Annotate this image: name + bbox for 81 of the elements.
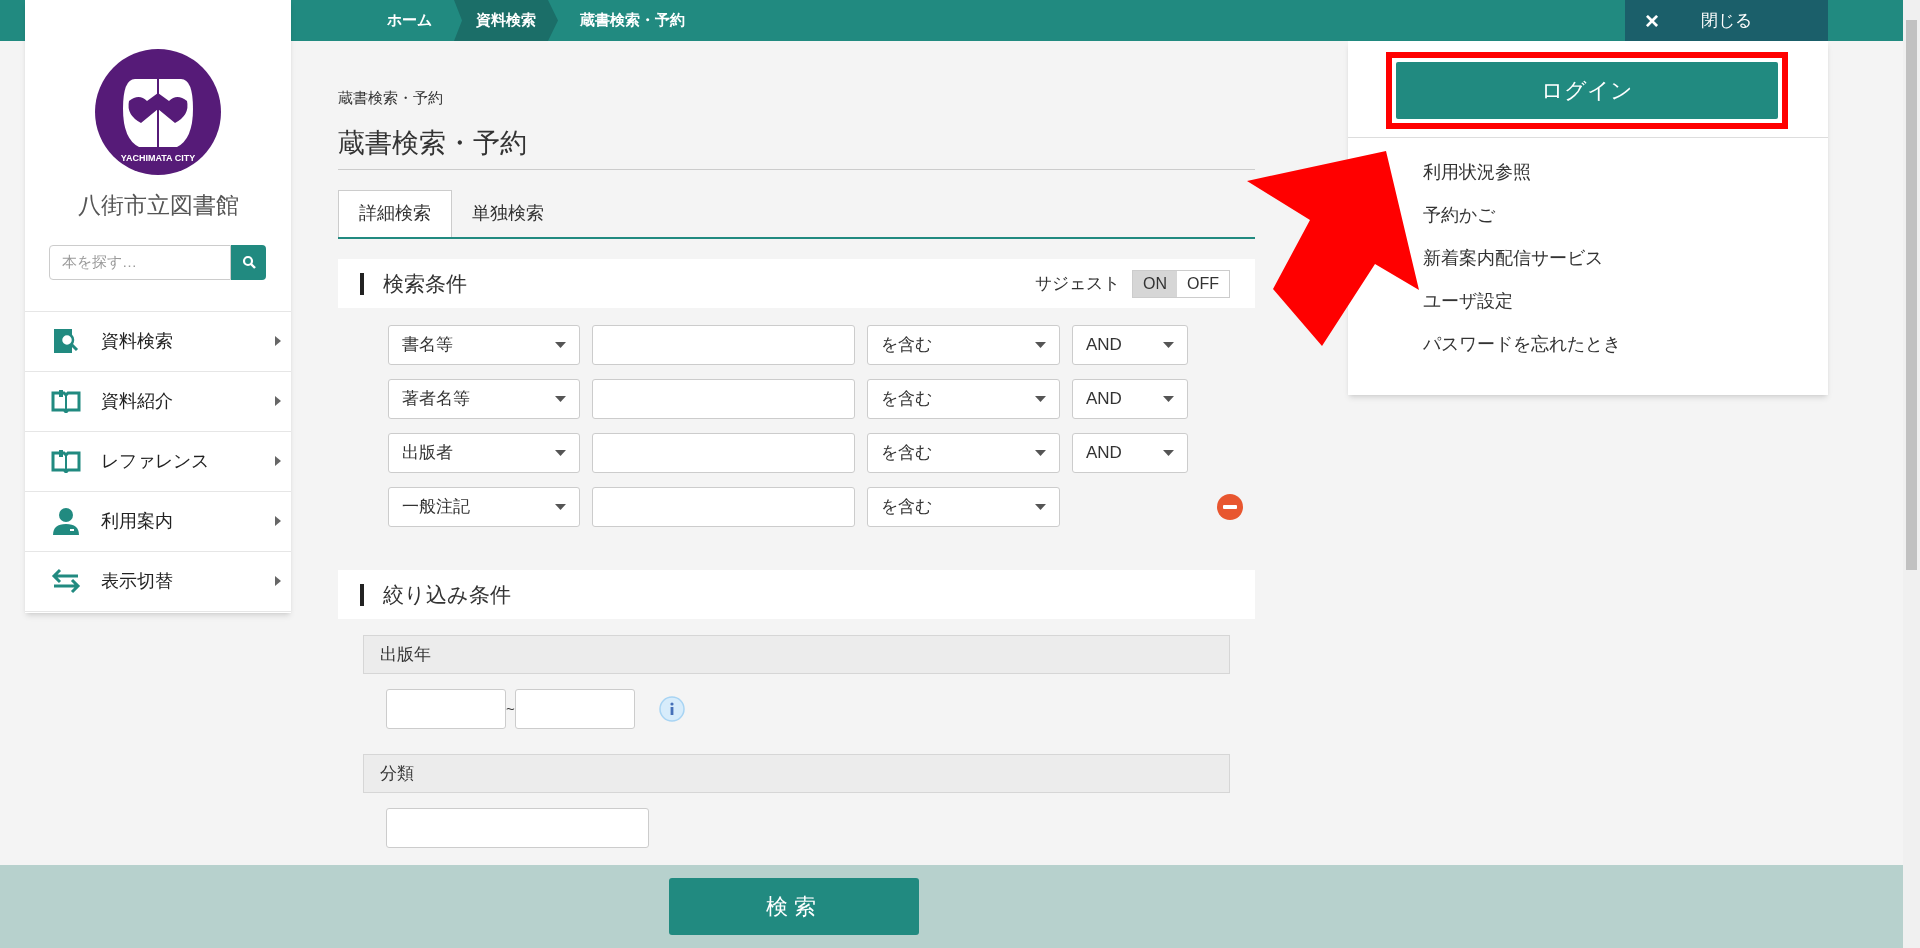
search-button[interactable]: 検索 (669, 878, 919, 935)
dropdown[interactable]: 書名等 (388, 325, 580, 365)
sidebar-item[interactable]: レファレンス (25, 431, 291, 492)
dropdown[interactable]: 著者名等 (388, 379, 580, 419)
text-field[interactable] (592, 379, 855, 419)
sidebar-item[interactable]: 資料検索 (25, 311, 291, 372)
remove-icon[interactable] (1217, 494, 1243, 520)
caret-icon (275, 336, 281, 346)
dropdown-caret-icon (1163, 396, 1174, 402)
close-icon: × (1645, 2, 1659, 39)
login-button[interactable]: ログイン (1396, 62, 1778, 119)
close-label: 閉じる (1701, 9, 1752, 32)
breadcrumb-link[interactable]: ホーム (365, 0, 454, 41)
close-button[interactable]: × 閉じる (1625, 0, 1828, 41)
library-name: 八街市立図書館 (76, 191, 240, 220)
dropdown[interactable]: 出版者 (388, 433, 580, 473)
text-field[interactable] (592, 325, 855, 365)
dropdown[interactable]: 一般注記 (388, 487, 580, 527)
dropdown-caret-icon (1035, 504, 1046, 510)
tab[interactable]: 単独検索 (452, 190, 564, 237)
info-icon[interactable] (658, 696, 685, 722)
sidebar-label: 表示切替 (101, 569, 173, 593)
dropdown-caret-icon (1163, 450, 1174, 456)
dropdown-caret-icon (555, 342, 566, 348)
section-title: 絞り込み条件 (383, 581, 511, 608)
menu-link[interactable]: 新着案内配信サービス (1423, 244, 1603, 273)
menu-link[interactable]: 利用状況参照 (1423, 158, 1531, 187)
sidebar-label: 資料紹介 (101, 389, 173, 413)
class-field[interactable] (386, 808, 649, 848)
open-book-icon (51, 449, 81, 473)
dropdown[interactable]: AND (1072, 379, 1188, 419)
caret-icon (275, 516, 281, 526)
page-breadcrumb: 蔵書検索・予約 (338, 88, 444, 108)
search-book-icon (52, 327, 80, 355)
search-icon (241, 255, 256, 269)
dropdown[interactable]: AND (1072, 433, 1188, 473)
dropdown-caret-icon (555, 450, 566, 456)
dropdown-caret-icon (1163, 342, 1174, 348)
swap-arrows-icon (51, 568, 81, 594)
page-title: 蔵書検索・予約 (338, 122, 1255, 170)
filter-label: 出版年 (363, 635, 1230, 674)
year-from-field[interactable] (386, 689, 506, 729)
breadcrumb-link[interactable]: 蔵書検索・予約 (558, 0, 707, 41)
sidebar-item[interactable]: 利用案内 (25, 491, 291, 552)
year-to-field[interactable] (514, 689, 635, 729)
caret-icon (275, 396, 281, 406)
filter-label: 分類 (363, 754, 1230, 793)
suggest-label: サジェスト (1035, 272, 1120, 295)
caret-icon (275, 576, 281, 586)
dropdown[interactable]: を含む (867, 433, 1060, 473)
dropdown[interactable]: を含む (867, 487, 1060, 527)
sidebar-label: レファレンス (101, 449, 209, 473)
dropdown-caret-icon (555, 396, 566, 402)
dropdown[interactable]: AND (1072, 325, 1188, 365)
text-field[interactable] (592, 487, 855, 527)
range-separator: ~ (506, 698, 515, 719)
scrollbar[interactable] (1903, 0, 1920, 948)
dropdown-caret-icon (555, 504, 566, 510)
caret-icon (275, 456, 281, 466)
menu-link[interactable]: 予約かご (1423, 201, 1495, 230)
dropdown-caret-icon (1035, 450, 1046, 456)
search-button[interactable] (231, 244, 266, 280)
tab[interactable]: 詳細検索 (338, 190, 452, 237)
dropdown[interactable]: を含む (867, 325, 1060, 365)
menu-link[interactable]: パスワードを忘れたとき (1423, 330, 1621, 359)
dropdown-caret-icon (1035, 396, 1046, 402)
section-title: 検索条件 (383, 270, 467, 297)
sidebar-item[interactable]: 資料紹介 (25, 371, 291, 432)
breadcrumb-link[interactable]: 資料検索 (454, 0, 558, 41)
on-toggle[interactable]: ON (1133, 270, 1177, 297)
person-icon (51, 506, 81, 536)
sidebar-label: 資料検索 (101, 329, 173, 353)
dropdown[interactable]: を含む (867, 379, 1060, 419)
text-field[interactable] (592, 433, 855, 473)
search-field[interactable]: 本を探す… (49, 244, 231, 280)
dropdown-caret-icon (1035, 342, 1046, 348)
open-book-icon (51, 389, 81, 413)
sidebar-item[interactable]: 表示切替 (25, 551, 291, 612)
sidebar-label: 利用案内 (101, 509, 173, 533)
menu-link[interactable]: ユーザ設定 (1423, 287, 1513, 316)
city-logo: YACHIMATA CITY (95, 49, 221, 175)
